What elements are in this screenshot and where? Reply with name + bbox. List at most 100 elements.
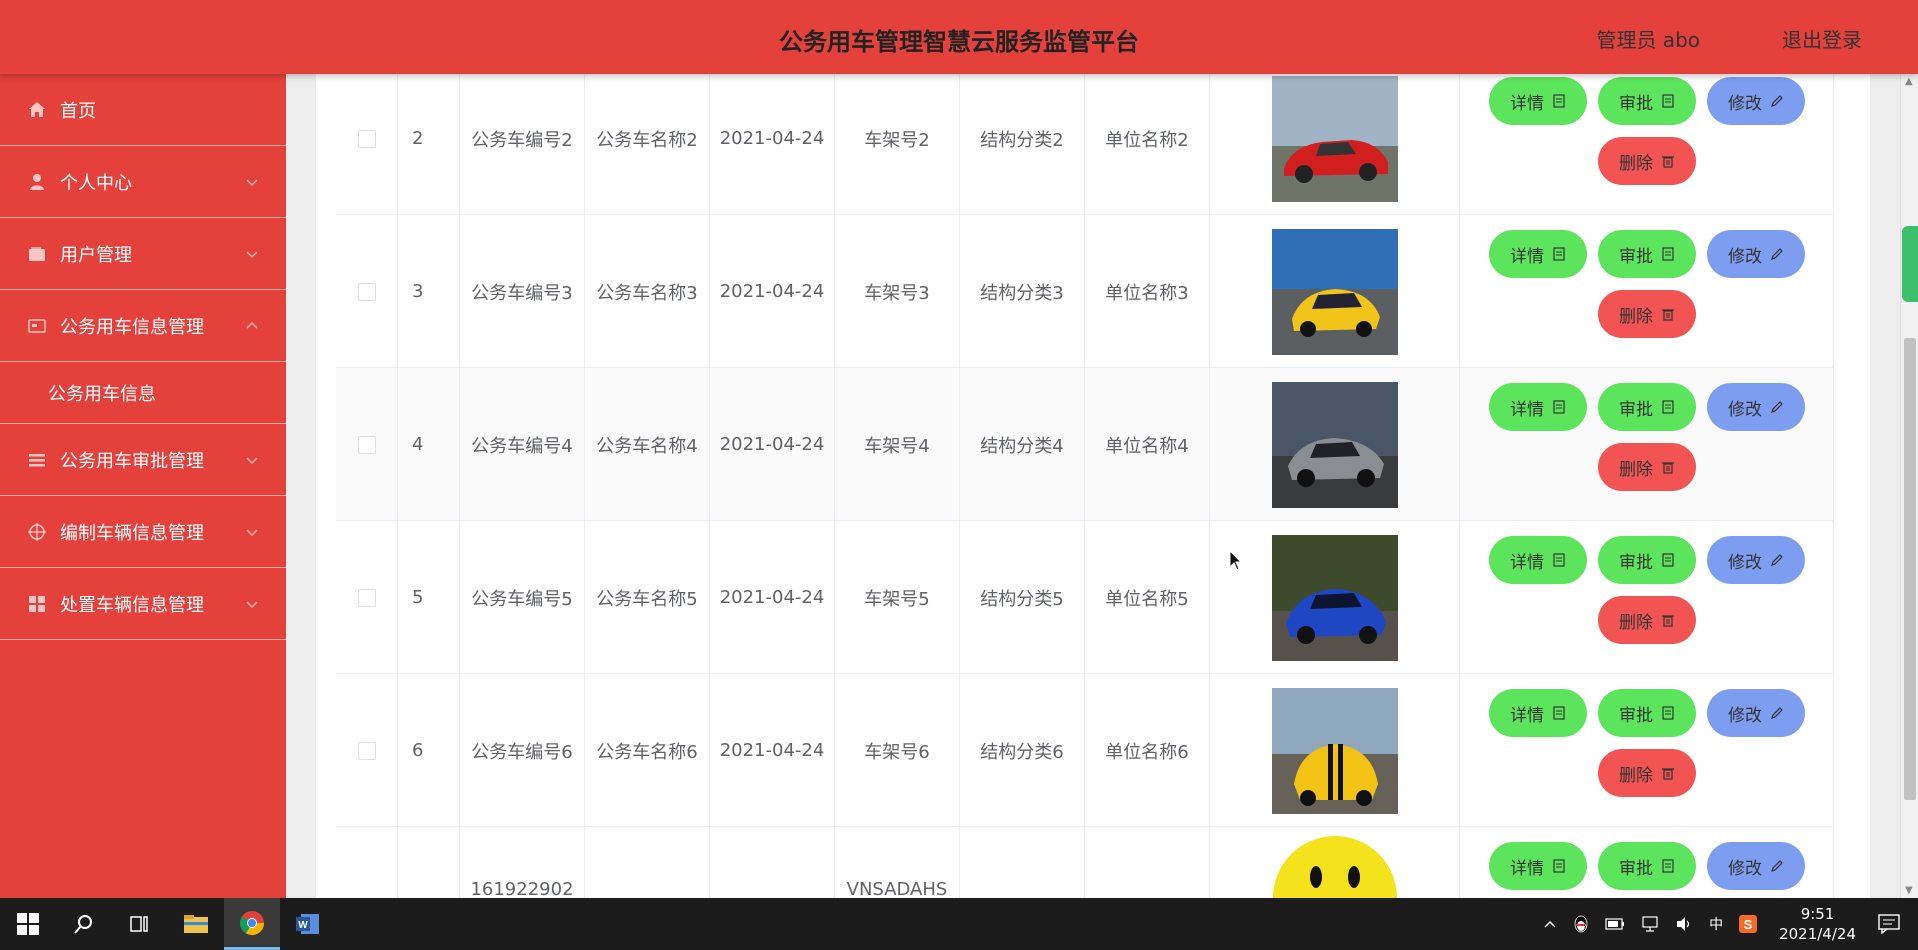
row-checkbox[interactable] (357, 588, 376, 607)
date: 2021-04-24 (710, 74, 835, 215)
date: 2021-04-24 (710, 521, 835, 674)
vehicle-name: 公务车名称4 (585, 368, 710, 521)
logout-link[interactable]: 退出登录 (1782, 24, 1862, 53)
sidebar-item-label: 处置车辆信息管理 (60, 594, 204, 616)
detail-button[interactable]: 详情 (1489, 689, 1587, 737)
edit-button[interactable]: 修改 (1707, 842, 1805, 890)
pencil-icon (1771, 401, 1783, 413)
delete-button[interactable]: 删除 (1598, 443, 1696, 491)
task-view-icon[interactable] (112, 898, 168, 950)
table-panel: 2 公务车编号2 公务车名称2 2021-04-24 车架号2 结构分类2 单位… (316, 74, 1870, 898)
smiley-thumbnail (1272, 835, 1398, 898)
approve-button[interactable]: 审批 (1598, 536, 1696, 584)
document-icon (1553, 94, 1565, 108)
row-index: 5 (398, 521, 460, 674)
chrome-icon[interactable] (224, 898, 280, 950)
row-checkbox[interactable] (357, 282, 376, 301)
chevron-down-icon (246, 457, 258, 465)
detail-button[interactable]: 详情 (1489, 842, 1587, 890)
document-icon (1553, 859, 1565, 873)
unit-name: 单位名称2 (1085, 74, 1210, 215)
car-thumbnail-yellow-camaro (1271, 687, 1398, 814)
sidebar-item-approval[interactable]: 公务用车审批管理 (0, 424, 286, 496)
car-thumbnail-silver (1271, 381, 1398, 508)
trash-icon (1662, 462, 1674, 474)
edit-button[interactable]: 修改 (1707, 230, 1805, 278)
row-index: 6 (398, 674, 460, 827)
page-scrollbar[interactable]: ▲ ▼ (1900, 74, 1918, 898)
delete-button[interactable]: 删除 (1598, 290, 1696, 338)
edit-button[interactable]: 修改 (1707, 383, 1805, 431)
structure-class: 结构分类3 (960, 215, 1085, 368)
file-explorer-icon[interactable] (168, 898, 224, 950)
sidebar-item-home[interactable]: 首页 (0, 74, 286, 146)
delete-button[interactable]: 删除 (1598, 137, 1696, 185)
date: 2021-04-24 (710, 368, 835, 521)
scrollbar-thumb[interactable] (1904, 338, 1916, 800)
row-index: 4 (398, 368, 460, 521)
detail-button[interactable]: 详情 (1489, 77, 1587, 125)
word-icon[interactable]: W (280, 898, 336, 950)
volume-icon[interactable] (1675, 916, 1693, 932)
unit-name: 单位名称4 (1085, 368, 1210, 521)
chevron-up-icon[interactable] (1543, 917, 1557, 931)
frame-number: 车架号6 (835, 674, 960, 827)
clock[interactable]: 9:51 2021/4/24 (1779, 904, 1856, 944)
chevron-down-icon (246, 251, 258, 259)
vehicle-code: 公务车编号6 (460, 674, 585, 827)
scroll-down-arrow-icon[interactable]: ▼ (1905, 885, 1913, 896)
notification-icon[interactable] (1878, 914, 1900, 934)
sidebar-item-label: 用户管理 (60, 244, 132, 266)
vehicle-code: 公务车编号5 (460, 521, 585, 674)
floating-widget-tab[interactable] (1902, 226, 1918, 302)
network-icon[interactable] (1641, 916, 1659, 932)
sidebar-item-label: 公务用车信息管理 (60, 316, 204, 338)
search-icon[interactable] (56, 898, 112, 950)
pencil-icon (1771, 554, 1783, 566)
approve-button[interactable]: 审批 (1598, 230, 1696, 278)
system-tray: 中 S 9:51 2021/4/24 (1535, 898, 1918, 950)
approve-button[interactable]: 审批 (1598, 77, 1696, 125)
delete-button[interactable]: 删除 (1598, 749, 1696, 797)
row-checkbox[interactable] (357, 741, 376, 760)
edit-button[interactable]: 修改 (1707, 77, 1805, 125)
sogou-input-icon[interactable]: S (1739, 915, 1758, 933)
svg-text:W: W (298, 920, 308, 931)
approve-button[interactable]: 审批 (1598, 689, 1696, 737)
date: 2021-04-24 (710, 674, 835, 827)
edit-button[interactable]: 修改 (1707, 689, 1805, 737)
detail-button[interactable]: 详情 (1489, 536, 1587, 584)
unit-name: 单位名称3 (1085, 215, 1210, 368)
qq-penguin-icon[interactable] (1573, 915, 1589, 933)
ime-indicator[interactable]: 中 (1709, 914, 1723, 934)
battery-icon[interactable] (1605, 918, 1625, 930)
sidebar-item-staffing[interactable]: 编制车辆信息管理 (0, 496, 286, 568)
approve-button[interactable]: 审批 (1598, 842, 1696, 890)
sidebar-item-disposal[interactable]: 处置车辆信息管理 (0, 568, 286, 640)
sidebar-item-profile[interactable]: 个人中心 (0, 146, 286, 218)
row-checkbox[interactable] (357, 129, 376, 148)
vehicle-code: 161922902 (460, 827, 585, 898)
home-icon (26, 99, 48, 121)
car-thumbnail-yellow (1271, 228, 1398, 355)
sidebar-item-label: 编制车辆信息管理 (60, 522, 204, 544)
row-checkbox[interactable] (357, 435, 376, 454)
approve-button[interactable]: 审批 (1598, 383, 1696, 431)
sidebar-item-vehicle-info[interactable]: 公务用车信息管理 (0, 290, 286, 362)
detail-button[interactable]: 详情 (1489, 230, 1587, 278)
sidebar: 首页 个人中心 用户管理 公务用车信息管理 公务用车信息 公务用车审批管理 编制… (0, 74, 286, 898)
detail-button[interactable]: 详情 (1489, 383, 1587, 431)
scroll-up-arrow-icon[interactable]: ▲ (1905, 76, 1913, 87)
document-icon (1662, 94, 1674, 108)
chevron-down-icon (246, 529, 258, 537)
sidebar-item-users[interactable]: 用户管理 (0, 218, 286, 290)
vehicle-name: 公务车名称2 (585, 74, 710, 215)
delete-button[interactable]: 删除 (1598, 596, 1696, 644)
structure-class: 结构分类5 (960, 521, 1085, 674)
windows-start-icon[interactable] (0, 898, 56, 950)
edit-button[interactable]: 修改 (1707, 536, 1805, 584)
submenu-vehicle-info[interactable]: 公务用车信息 (0, 362, 286, 424)
vehicle-name: 公务车名称3 (585, 215, 710, 368)
trash-icon (1662, 309, 1674, 321)
document-icon (1553, 553, 1565, 567)
